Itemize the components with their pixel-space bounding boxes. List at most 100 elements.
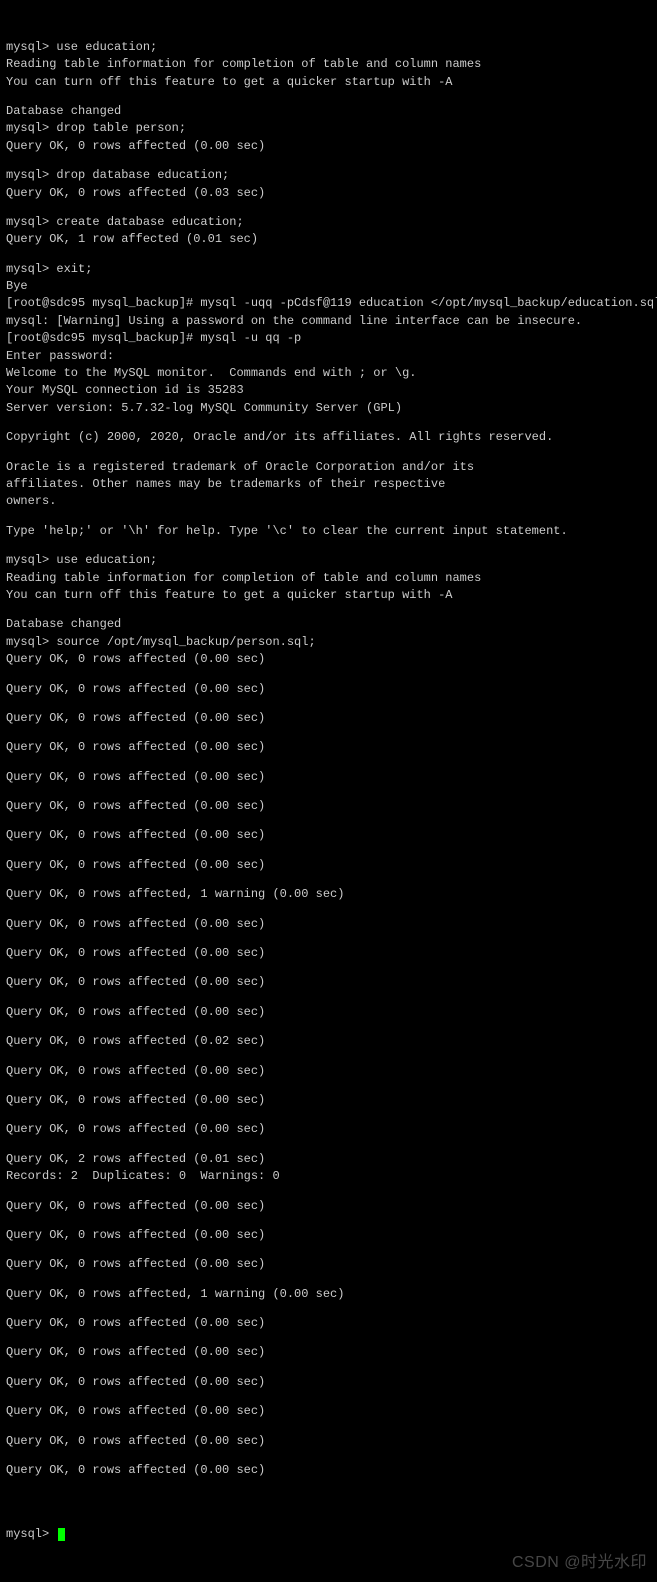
terminal-line	[6, 447, 651, 459]
terminal-line: Query OK, 0 rows affected (0.00 sec)	[6, 769, 651, 786]
terminal-line	[6, 540, 651, 552]
terminal-line: mysql> exit;	[6, 261, 651, 278]
terminal-line: Query OK, 0 rows affected (0.00 sec)	[6, 945, 651, 962]
terminal-line	[6, 91, 651, 103]
terminal-line: Query OK, 0 rows affected (0.00 sec)	[6, 1227, 651, 1244]
terminal-line: Oracle is a registered trademark of Orac…	[6, 459, 651, 476]
terminal-line	[6, 992, 651, 1004]
terminal-line	[6, 1332, 651, 1344]
terminal-line	[6, 1479, 651, 1491]
terminal-line: Query OK, 0 rows affected (0.00 sec)	[6, 138, 651, 155]
terminal-line: [root@sdc95 mysql_backup]# mysql -uqq -p…	[6, 295, 651, 312]
terminal-line: mysql> create database education;	[6, 214, 651, 231]
terminal-window[interactable]: mysql> use education;Reading table infor…	[0, 0, 657, 1582]
terminal-line	[6, 962, 651, 974]
terminal-line	[6, 1080, 651, 1092]
terminal-line: You can turn off this feature to get a q…	[6, 587, 651, 604]
terminal-line: affiliates. Other names may be trademark…	[6, 476, 651, 493]
terminal-line	[6, 1109, 651, 1121]
terminal-line	[6, 1244, 651, 1256]
terminal-line	[6, 698, 651, 710]
terminal-line: Enter password:	[6, 348, 651, 365]
terminal-line	[6, 1139, 651, 1151]
terminal-line: mysql> drop table person;	[6, 120, 651, 137]
terminal-line: Query OK, 0 rows affected (0.00 sec)	[6, 1121, 651, 1138]
terminal-prompt-line[interactable]: mysql>	[6, 1526, 651, 1543]
terminal-line	[6, 1051, 651, 1063]
terminal-line	[6, 1303, 651, 1315]
cursor-block-icon	[58, 1528, 65, 1541]
terminal-prompt: mysql>	[6, 1527, 56, 1541]
terminal-line	[6, 155, 651, 167]
terminal-line	[6, 1450, 651, 1462]
terminal-line: Query OK, 0 rows affected (0.00 sec)	[6, 1063, 651, 1080]
terminal-line: Query OK, 1 row affected (0.01 sec)	[6, 231, 651, 248]
terminal-line	[6, 933, 651, 945]
terminal-line	[6, 417, 651, 429]
terminal-line: Query OK, 0 rows affected (0.00 sec)	[6, 916, 651, 933]
terminal-line: Query OK, 0 rows affected, 1 warning (0.…	[6, 1286, 651, 1303]
terminal-line	[6, 1021, 651, 1033]
terminal-line: You can turn off this feature to get a q…	[6, 74, 651, 91]
terminal-line: Type 'help;' or '\h' for help. Type '\c'…	[6, 523, 651, 540]
terminal-line	[6, 511, 651, 523]
terminal-line: mysql> source /opt/mysql_backup/person.s…	[6, 634, 651, 651]
terminal-line: Query OK, 0 rows affected (0.00 sec)	[6, 1462, 651, 1479]
terminal-line: Database changed	[6, 103, 651, 120]
terminal-line	[6, 1215, 651, 1227]
terminal-line: mysql> use education;	[6, 39, 651, 56]
terminal-line: [root@sdc95 mysql_backup]# mysql -u qq -…	[6, 330, 651, 347]
terminal-line	[6, 1391, 651, 1403]
terminal-line: Query OK, 0 rows affected (0.02 sec)	[6, 1033, 651, 1050]
terminal-line: Query OK, 0 rows affected (0.00 sec)	[6, 1433, 651, 1450]
terminal-line	[6, 1362, 651, 1374]
terminal-line	[6, 727, 651, 739]
terminal-line	[6, 604, 651, 616]
terminal-line: Query OK, 0 rows affected (0.00 sec)	[6, 1344, 651, 1361]
terminal-line: Query OK, 0 rows affected, 1 warning (0.…	[6, 886, 651, 903]
terminal-line	[6, 757, 651, 769]
terminal-line: Reading table information for completion…	[6, 570, 651, 587]
terminal-line: Query OK, 0 rows affected (0.00 sec)	[6, 857, 651, 874]
terminal-line: Query OK, 0 rows affected (0.00 sec)	[6, 1256, 651, 1273]
terminal-line: Query OK, 0 rows affected (0.00 sec)	[6, 1315, 651, 1332]
terminal-line: mysql> use education;	[6, 552, 651, 569]
terminal-line: Query OK, 0 rows affected (0.00 sec)	[6, 1374, 651, 1391]
terminal-line	[6, 1421, 651, 1433]
terminal-line: Query OK, 0 rows affected (0.00 sec)	[6, 1198, 651, 1215]
terminal-line	[6, 1186, 651, 1198]
terminal-line: Copyright (c) 2000, 2020, Oracle and/or …	[6, 429, 651, 446]
terminal-line	[6, 786, 651, 798]
terminal-line: mysql: [Warning] Using a password on the…	[6, 313, 651, 330]
terminal-line	[6, 874, 651, 886]
terminal-line: owners.	[6, 493, 651, 510]
terminal-line: Records: 2 Duplicates: 0 Warnings: 0	[6, 1168, 651, 1185]
terminal-line: Your MySQL connection id is 35283	[6, 382, 651, 399]
terminal-line: Query OK, 0 rows affected (0.00 sec)	[6, 1092, 651, 1109]
terminal-line: mysql> drop database education;	[6, 167, 651, 184]
terminal-line: Reading table information for completion…	[6, 56, 651, 73]
terminal-line	[6, 815, 651, 827]
terminal-line	[6, 249, 651, 261]
terminal-line: Welcome to the MySQL monitor. Commands e…	[6, 365, 651, 382]
terminal-line	[6, 1274, 651, 1286]
terminal-line: Database changed	[6, 616, 651, 633]
terminal-output: mysql> use education;Reading table infor…	[6, 39, 651, 1492]
terminal-line: Bye	[6, 278, 651, 295]
terminal-line: Query OK, 0 rows affected (0.00 sec)	[6, 739, 651, 756]
terminal-line	[6, 904, 651, 916]
terminal-line	[6, 845, 651, 857]
terminal-line: Query OK, 0 rows affected (0.00 sec)	[6, 710, 651, 727]
terminal-line: Query OK, 0 rows affected (0.00 sec)	[6, 651, 651, 668]
terminal-line: Query OK, 0 rows affected (0.03 sec)	[6, 185, 651, 202]
terminal-line	[6, 669, 651, 681]
terminal-line: Query OK, 0 rows affected (0.00 sec)	[6, 827, 651, 844]
terminal-line: Query OK, 0 rows affected (0.00 sec)	[6, 798, 651, 815]
terminal-line: Query OK, 2 rows affected (0.01 sec)	[6, 1151, 651, 1168]
watermark-text: CSDN @时光水印	[512, 1551, 647, 1574]
terminal-line: Query OK, 0 rows affected (0.00 sec)	[6, 1403, 651, 1420]
terminal-line: Query OK, 0 rows affected (0.00 sec)	[6, 1004, 651, 1021]
terminal-line: Query OK, 0 rows affected (0.00 sec)	[6, 974, 651, 991]
terminal-line: Server version: 5.7.32-log MySQL Communi…	[6, 400, 651, 417]
terminal-line: Query OK, 0 rows affected (0.00 sec)	[6, 681, 651, 698]
